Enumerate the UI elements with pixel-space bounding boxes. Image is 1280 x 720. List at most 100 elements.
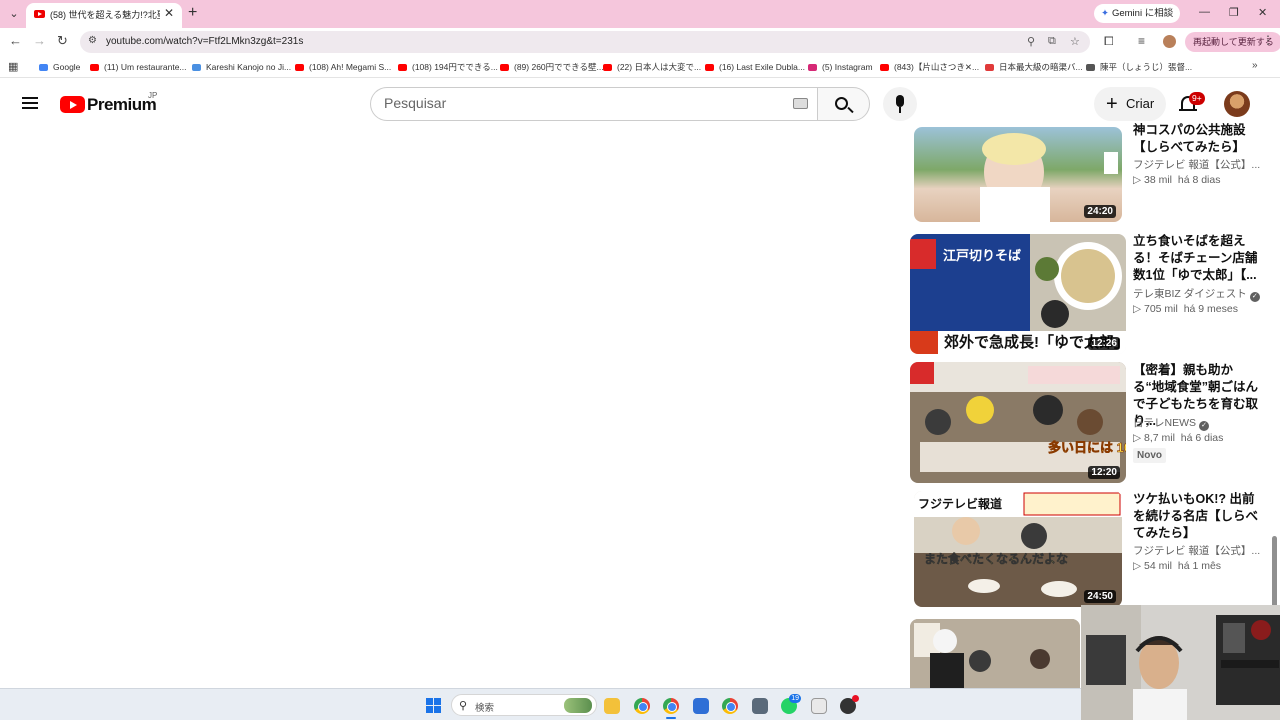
install-app-icon[interactable]: ⧉ [1048, 35, 1056, 48]
video-thumbnail[interactable]: 郊外で急成長!「ゆで太郎」 江戸切りそば 12:26 [910, 234, 1126, 354]
bookmark-item[interactable]: (11) Um restaurante... [90, 61, 187, 75]
tab-search-chevron-icon[interactable]: ⌄ [6, 6, 22, 22]
bookmark-favicon-icon [500, 64, 509, 71]
snipping-tool-icon[interactable] [811, 698, 827, 714]
bookmark-item[interactable]: (16) Last Exile Dubla... [705, 61, 805, 75]
chrome-profile-icon[interactable] [722, 698, 738, 714]
search-button[interactable] [817, 87, 870, 121]
notepad-icon[interactable] [693, 698, 709, 714]
channel-name[interactable]: 日テレNEWS ✓ [1133, 415, 1261, 431]
obs-recording-icon[interactable] [840, 695, 859, 714]
forward-arrow-icon[interactable]: → [33, 33, 46, 48]
video-duration: 24:20 [1084, 205, 1116, 218]
minimize-icon[interactable]: — [1199, 6, 1210, 18]
video-title[interactable]: 立ち食いそばを超える！そばチェーン店舗数1位「ゆで太郎」【... [1133, 233, 1261, 284]
bookmark-item[interactable]: (108) 194円でできる... [398, 61, 498, 75]
video-duration: 12:26 [1088, 337, 1120, 350]
restore-icon[interactable]: ❐ [1229, 6, 1239, 19]
bookmark-item[interactable]: Kareshi Kanojo no Ji... [192, 61, 291, 75]
view-count: 54 mil [1144, 560, 1173, 572]
thumbnail-artwork: 多い日には 100人 [910, 362, 1126, 472]
video-metadata: ▷ 54 mil há 1 mês [1133, 560, 1222, 572]
keyboard-icon[interactable] [793, 98, 808, 109]
video-thumbnail[interactable] [910, 619, 1080, 688]
bookmark-star-icon[interactable]: ☆ [1070, 35, 1080, 48]
region-code: JP [148, 91, 158, 100]
youtube-logo-icon[interactable] [60, 96, 85, 113]
guide-menu-icon[interactable] [22, 97, 38, 109]
youtube-premium-wordmark[interactable]: Premium [87, 95, 157, 115]
calculator-icon[interactable] [752, 698, 768, 714]
verified-check-icon: ✓ [1249, 292, 1260, 302]
bookmark-item[interactable]: 陳平（しょうじ）張督... [1086, 61, 1192, 75]
thumbnail-artwork [910, 619, 1080, 688]
bookmark-item[interactable]: (843)【片山さつき✕... [880, 61, 979, 75]
bookmark-favicon-icon [705, 64, 714, 71]
browser-tab-active[interactable]: (58) 世代を超える魅力!?北聖東Ｌ ✕ [26, 3, 182, 28]
url-text: youtube.com/watch?v=Ftf2LMkn3zg&t=231s [106, 36, 304, 47]
bookmark-favicon-icon [295, 64, 304, 71]
bookmark-item[interactable]: Google [39, 61, 80, 75]
profile-avatar[interactable] [1163, 35, 1176, 48]
bookmark-item[interactable]: (89) 260円でできる壁... [500, 61, 604, 75]
channel-name[interactable]: フジテレビ 報道【公式】... [1133, 157, 1261, 172]
extensions-puzzle-icon[interactable]: ⧠ [1104, 34, 1114, 49]
whatsapp-icon[interactable]: 19 [781, 694, 801, 714]
address-bar[interactable]: ⚙ youtube.com/watch?v=Ftf2LMkn3zg&t=231s… [80, 31, 1090, 53]
recording-indicator [852, 695, 859, 702]
channel-name[interactable]: テレ東BIZ ダイジェスト ✓ [1133, 286, 1261, 302]
new-tab-plus-icon[interactable]: + [188, 4, 197, 22]
bookmark-label: (22) 日本人は大変で... [617, 62, 702, 72]
reading-list-icon[interactable]: ≡ [1138, 34, 1145, 48]
notification-count-badge: 9+ [1189, 92, 1205, 105]
video-title[interactable]: 神コスパの公共施設【しらべてみたら】 [1133, 122, 1261, 156]
upload-age: há 1 mês [1177, 560, 1222, 572]
bookmark-favicon-icon [1086, 64, 1095, 71]
page-scrollbar[interactable] [1272, 536, 1277, 608]
voice-search-button[interactable] [883, 87, 917, 121]
account-avatar[interactable] [1224, 91, 1250, 117]
video-duration: 12:20 [1088, 466, 1120, 479]
site-info-icon[interactable]: ⚙ [88, 35, 97, 46]
youtube-favicon-icon [34, 10, 45, 18]
bookmark-item[interactable]: 日本最大級の暗渠バ... [985, 61, 1083, 75]
zoom-icon[interactable]: ⚲ [1027, 35, 1035, 48]
back-arrow-icon[interactable]: ← [9, 33, 22, 48]
taskbar-search-label: 検索 [475, 703, 495, 714]
bookmark-item[interactable]: (5) Instagram [808, 61, 873, 75]
view-count: 38 mil [1144, 174, 1173, 186]
chrome-active-icon[interactable] [663, 698, 679, 719]
apps-grid-icon[interactable]: ▦ [8, 60, 18, 73]
bookmark-item[interactable]: (22) 日本人は大変で... [603, 61, 701, 75]
chrome-menu-icon[interactable]: ⋮ [1262, 33, 1274, 47]
bookmark-favicon-icon [39, 64, 48, 71]
create-button[interactable]: + Criar [1094, 87, 1166, 121]
reload-icon[interactable]: ↻ [57, 33, 68, 49]
bookmark-item[interactable]: (108) Ah! Megami S... [295, 61, 391, 75]
video-thumbnail[interactable]: 24:20 [914, 127, 1122, 222]
file-explorer-icon[interactable] [604, 698, 620, 714]
whatsapp-count-badge: 19 [789, 694, 801, 703]
video-thumbnail[interactable]: 多い日には 100人 12:20 [910, 362, 1126, 483]
channel-name[interactable]: フジテレビ 報道【公式】... [1133, 543, 1261, 558]
tab-close-icon[interactable]: ✕ [164, 6, 174, 20]
create-label: Criar [1126, 96, 1155, 111]
video-metadata: ▷ 38 mil há 8 dias [1133, 174, 1221, 186]
thumbnail-sign: 江戸切りそば [943, 248, 1021, 263]
gemini-spark-icon: ✦ [1101, 8, 1109, 19]
bookmark-label: (11) Um restaurante... [104, 62, 187, 72]
bookmark-favicon-icon [192, 64, 201, 71]
taskbar-search[interactable]: ⚲ 検索 [451, 694, 597, 716]
bookmarks-overflow-icon[interactable]: » [1252, 60, 1258, 71]
bookmark-label: 日本最大級の暗渠バ... [999, 62, 1083, 72]
windows-start-icon[interactable] [426, 698, 441, 713]
webcam-video-frame [1081, 605, 1280, 720]
search-highlight-art [564, 698, 592, 713]
bookmark-favicon-icon [90, 64, 99, 71]
chrome-icon[interactable] [634, 698, 650, 714]
video-thumbnail[interactable]: フジテレビ報道 また食べたくなるんだよな 24:50 [914, 491, 1122, 607]
gemini-button[interactable]: ✦ Gemini に相談 [1094, 4, 1181, 23]
search-input[interactable] [384, 95, 764, 111]
video-title[interactable]: ツケ払いもOK!? 出前を続ける名店【しらべてみたら】 [1133, 491, 1261, 542]
window-close-icon[interactable]: ✕ [1258, 6, 1267, 19]
